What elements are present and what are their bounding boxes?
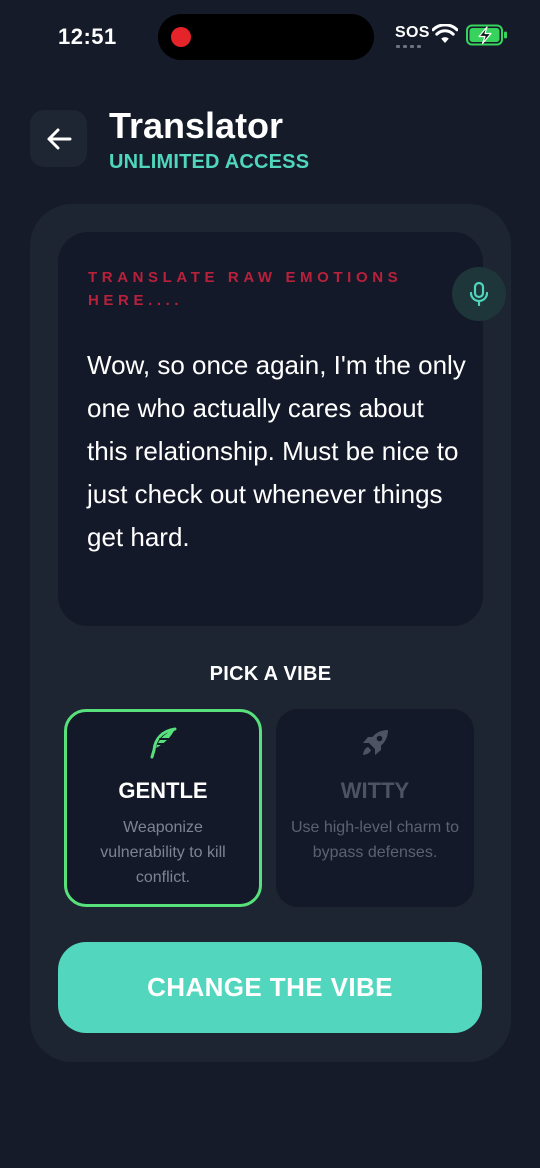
- vibe-description: Use high-level charm to bypass defenses.: [290, 819, 460, 861]
- change-vibe-button[interactable]: CHANGE THE VIBE: [58, 942, 482, 1033]
- access-badge: UNLIMITED ACCESS: [109, 151, 310, 173]
- translator-card: TRANSLATE RAW EMOTIONS HERE.... Wow, so …: [30, 204, 511, 1062]
- microphone-icon: [469, 281, 489, 307]
- recording-indicator-icon: [171, 27, 191, 47]
- status-bar: 12:51 SOS: [0, 0, 540, 72]
- feather-icon: [67, 727, 259, 759]
- input-panel[interactable]: TRANSLATE RAW EMOTIONS HERE.... Wow, so …: [58, 232, 506, 626]
- status-time: 12:51: [58, 24, 117, 49]
- rocket-icon: [276, 727, 474, 759]
- battery-charging-icon: [466, 24, 507, 46]
- sos-indicator: SOS: [395, 24, 430, 41]
- dynamic-island: [158, 14, 374, 60]
- vibe-name: WITTY: [340, 778, 410, 803]
- wifi-icon: [432, 24, 458, 43]
- page-title: Translator: [109, 105, 284, 146]
- vibe-heading: PICK A VIBE: [209, 663, 332, 685]
- microphone-button[interactable]: [452, 267, 506, 321]
- arrow-left-icon: [47, 128, 71, 149]
- vibe-option-witty[interactable]: WITTY Use high-level charm to bypass def…: [276, 709, 474, 907]
- vibe-description: Weaponize vulnerability to kill conflict…: [100, 819, 226, 886]
- input-label: TRANSLATE RAW EMOTIONS HERE....: [88, 269, 403, 309]
- translator-screen: 12:51 SOS Translator UNLIMITED ACCESS TR…: [0, 0, 540, 1168]
- back-button[interactable]: [30, 110, 87, 167]
- message-text[interactable]: Wow, so once again, I'm the only one who…: [87, 344, 467, 559]
- vibe-option-gentle[interactable]: GENTLE Weaponize vulnerability to kill c…: [64, 709, 262, 907]
- vibe-name: GENTLE: [118, 778, 208, 803]
- signal-dots-icon: [396, 45, 421, 48]
